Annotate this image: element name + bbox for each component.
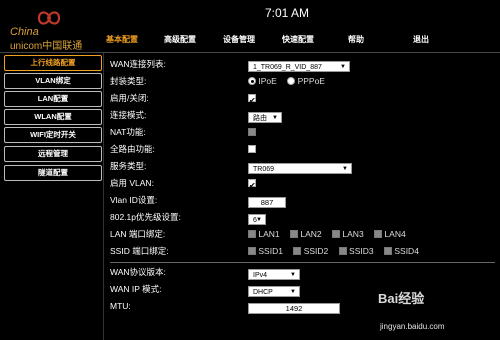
connection-mode-select[interactable]: 路由 ▼ xyxy=(248,112,282,123)
row-nat: NAT功能: xyxy=(110,124,495,141)
sidebar-item-lan-config[interactable]: LAN配置 xyxy=(4,91,102,107)
sidebar: 上行线路配置 VLAN绑定 LAN配置 WLAN配置 WIFI定时开关 远程管理… xyxy=(0,53,103,340)
row-full-route: 全路由功能: xyxy=(110,141,495,158)
service-type-label: 服务类型: xyxy=(110,161,147,171)
baidu-watermark-url: jingyan.baidu.com xyxy=(380,322,445,331)
row-service-type: 服务类型: TR069 ▼ xyxy=(110,158,495,175)
service-type-value: TR069 xyxy=(253,166,275,173)
encap-pppoe-label: PPPoE xyxy=(297,76,325,86)
ssid2-checkbox[interactable] xyxy=(293,247,302,255)
ssid1-label: SSID1 xyxy=(258,246,283,256)
wan-list-label: WAN连接列表: xyxy=(110,59,166,69)
unicom-logo: China unicom中国联通 xyxy=(6,8,98,52)
lan3-checkbox[interactable] xyxy=(332,230,341,238)
row-vlan-enable: 启用 VLAN: xyxy=(110,175,495,194)
wan-list-value: 1_TR069_R_VID_887 xyxy=(253,64,322,71)
chevron-down-icon: ▼ xyxy=(342,166,348,172)
encap-ipoe-label: IPoE xyxy=(258,76,277,86)
encap-ipoe-radio[interactable] xyxy=(248,77,256,85)
ssid2-label: SSID2 xyxy=(303,246,329,256)
sidebar-item-tunnel-config[interactable]: 隧道配置 xyxy=(4,165,102,181)
nat-label: NAT功能: xyxy=(110,127,146,137)
priority-label: 802.1p优先级设置: xyxy=(110,212,181,222)
vlan-id-label: Vlan ID设置: xyxy=(110,195,158,205)
lan2-label: LAN2 xyxy=(300,229,322,239)
vlan-id-input[interactable]: 887 xyxy=(248,197,286,208)
row-encap-type: 封装类型: IPoE PPPoE xyxy=(110,73,495,90)
vlan-enable-label: 启用 VLAN: xyxy=(110,178,154,188)
enable-label: 启用/关闭: xyxy=(110,93,149,103)
priority-select[interactable]: 6 ▼ xyxy=(248,214,266,225)
encap-pppoe-radio[interactable] xyxy=(287,77,296,85)
lan1-checkbox[interactable] xyxy=(248,230,256,238)
row-enable: 启用/关闭: xyxy=(110,90,495,109)
config-panel: WAN连接列表: 1_TR069_R_VID_887 ▼ 封装类型: IPoE P… xyxy=(103,53,500,340)
wan-protocol-value: IPv4 xyxy=(253,272,268,279)
lan4-checkbox[interactable] xyxy=(374,230,383,238)
nav-logout[interactable]: 退出 xyxy=(413,34,429,45)
lan4-label: LAN4 xyxy=(384,229,406,239)
logo-text-unicom: unicom中国联通 xyxy=(10,41,83,52)
row-mtu: MTU: 1492 xyxy=(110,298,495,315)
chevron-down-icon: ▼ xyxy=(340,64,346,70)
vlan-enable-checkbox[interactable] xyxy=(248,177,256,194)
nav-help[interactable]: 帮助 xyxy=(348,34,364,45)
row-wan-ip-mode: WAN IP 模式: DHCP ▼ xyxy=(110,281,495,298)
chevron-down-icon: ▼ xyxy=(256,217,262,223)
connection-mode-label: 连接模式: xyxy=(110,110,147,120)
mtu-input[interactable]: 1492 xyxy=(248,303,340,314)
mtu-label: MTU: xyxy=(110,301,131,311)
encap-type-label: 封装类型: xyxy=(110,76,147,86)
ssid1-checkbox[interactable] xyxy=(248,247,256,255)
nat-checkbox[interactable] xyxy=(248,128,256,136)
row-wan-protocol: WAN协议版本: IPv4 ▼ xyxy=(110,264,495,281)
row-connection-mode: 连接模式: 路由 ▼ xyxy=(110,107,495,124)
wan-ip-mode-label: WAN IP 模式: xyxy=(110,284,162,294)
ssid3-checkbox[interactable] xyxy=(338,247,347,255)
sidebar-item-wifi-schedule[interactable]: WIFI定时开关 xyxy=(4,127,102,143)
row-priority: 802.1p优先级设置: 6 ▼ xyxy=(110,209,495,226)
section-divider xyxy=(110,262,495,263)
ssid-binding-label: SSID 端口绑定: xyxy=(110,246,169,256)
ssid3-label: SSID3 xyxy=(349,246,374,256)
sidebar-item-remote-management[interactable]: 远程管理 xyxy=(4,146,102,162)
ssid4-label: SSID4 xyxy=(394,246,419,256)
wan-ip-mode-value: DHCP xyxy=(253,289,273,296)
chevron-down-icon: ▼ xyxy=(290,289,296,295)
wan-ip-mode-select[interactable]: DHCP ▼ xyxy=(248,286,300,297)
chevron-down-icon: ▼ xyxy=(290,272,296,278)
sidebar-item-uplink-config[interactable]: 上行线路配置 xyxy=(4,55,102,71)
row-ssid-binding: SSID 端口绑定: SSID1 SSID2 SSID3 SSID4 xyxy=(110,243,495,260)
nav-advanced-config[interactable]: 高级配置 xyxy=(164,34,196,45)
wan-protocol-label: WAN协议版本: xyxy=(110,267,166,277)
full-route-label: 全路由功能: xyxy=(110,144,155,154)
row-vlan-id: Vlan ID设置: 887 xyxy=(110,192,495,209)
sidebar-item-wlan-config[interactable]: WLAN配置 xyxy=(4,109,102,125)
lan2-checkbox[interactable] xyxy=(290,230,299,238)
nav-quick-config[interactable]: 快速配置 xyxy=(282,34,314,45)
lan3-label: LAN3 xyxy=(342,229,364,239)
wan-protocol-select[interactable]: IPv4 ▼ xyxy=(248,269,300,280)
unicom-knot-icon xyxy=(37,11,61,25)
enable-checkbox[interactable] xyxy=(248,92,256,109)
row-lan-binding: LAN 端口绑定: LAN1 LAN2 LAN3 LAN4 xyxy=(110,226,495,243)
baidu-watermark: Bai经验 xyxy=(378,291,425,306)
connection-mode-value: 路由 xyxy=(253,115,267,122)
chevron-down-icon: ▼ xyxy=(272,115,278,121)
ssid4-checkbox[interactable] xyxy=(383,247,392,255)
nav-basic-config[interactable]: 基本配置 xyxy=(106,34,138,45)
header: China unicom中国联通 7:01 AM 基本配置 高级配置 设备管理 … xyxy=(0,0,500,53)
full-route-checkbox[interactable] xyxy=(248,145,256,153)
nav-device-management[interactable]: 设备管理 xyxy=(223,34,255,45)
row-wan-list: WAN连接列表: 1_TR069_R_VID_887 ▼ xyxy=(110,56,495,73)
wan-list-select[interactable]: 1_TR069_R_VID_887 ▼ xyxy=(248,61,350,72)
service-type-select[interactable]: TR069 ▼ xyxy=(248,163,352,174)
sidebar-item-vlan-binding[interactable]: VLAN绑定 xyxy=(4,73,102,89)
lan1-label: LAN1 xyxy=(258,229,280,239)
clock: 7:01 AM xyxy=(265,6,310,20)
lan-binding-label: LAN 端口绑定: xyxy=(110,229,166,239)
